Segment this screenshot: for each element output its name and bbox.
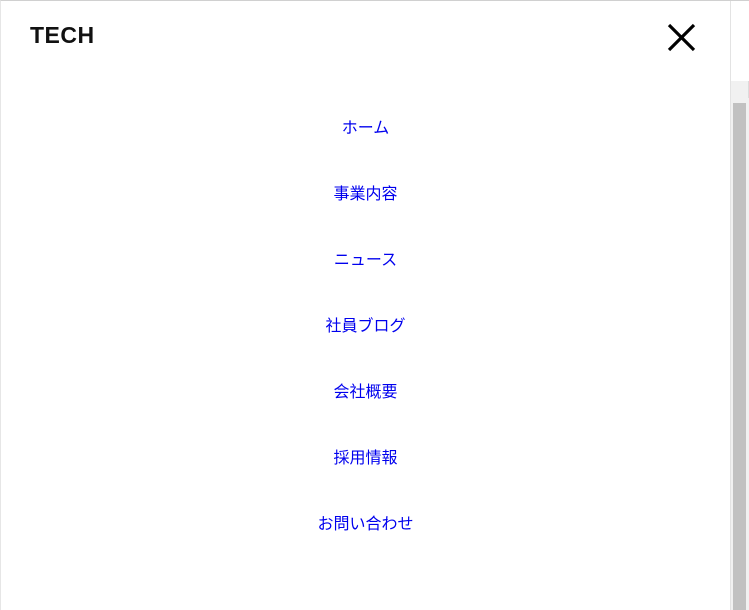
menu-overlay: TECH ホーム 事業内容 ニュース 社員ブログ 会社概要 採用情報 お問い合わ… <box>0 0 749 610</box>
nav-item-business[interactable]: 事業内容 <box>1 184 730 204</box>
nav-item-news[interactable]: ニュース <box>1 250 730 270</box>
nav-item-contact[interactable]: お問い合わせ <box>1 514 730 534</box>
vertical-scrollbar[interactable] <box>730 1 749 610</box>
scrollbar-track-upper <box>731 1 749 81</box>
nav-item-recruit[interactable]: 採用情報 <box>1 448 730 468</box>
scrollbar-thumb[interactable] <box>733 103 746 610</box>
main-navigation: ホーム 事業内容 ニュース 社員ブログ 会社概要 採用情報 お問い合わせ <box>1 1 730 610</box>
nav-item-home[interactable]: ホーム <box>1 118 730 138</box>
nav-item-staff-blog[interactable]: 社員ブログ <box>1 316 730 336</box>
nav-item-company[interactable]: 会社概要 <box>1 382 730 402</box>
